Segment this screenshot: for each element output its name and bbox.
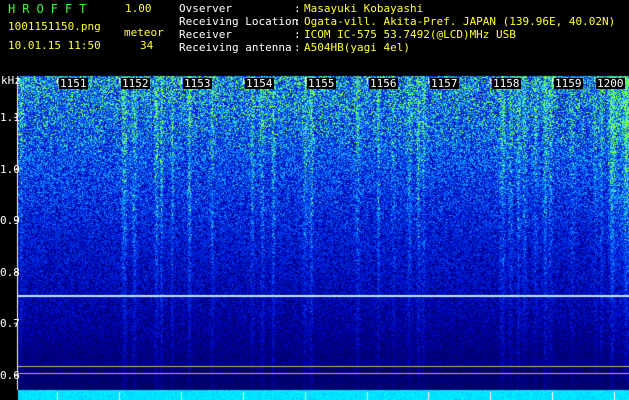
app-version: 1.00: [125, 2, 152, 15]
app-title: HROFFT: [8, 2, 94, 16]
spectrogram-canvas: [0, 72, 629, 400]
info-colon: :: [294, 28, 301, 41]
x-tick-label: 1151: [59, 77, 88, 90]
y-tick-label: 1.1: [0, 111, 20, 124]
info-label-observer: Ovserver: [179, 2, 232, 15]
info-value-receiver: ICOM IC-575 53.7492(@LCD)MHz USB: [304, 28, 516, 41]
x-tick-label: 1155: [307, 77, 336, 90]
meteor-count: 34: [140, 39, 154, 52]
header-panel: HROFFT 1.00 1001151150.png meteor 10.01.…: [0, 0, 629, 72]
meteor-label: meteor: [124, 26, 164, 39]
x-tick-label: 1156: [369, 77, 398, 90]
x-tick-label: 1158: [492, 77, 521, 90]
y-tick-label: 0.9: [0, 214, 20, 227]
y-tick-label: 1.0: [0, 163, 20, 176]
info-colon: :: [294, 15, 301, 28]
info-label-location: Receiving Location: [179, 15, 299, 28]
y-tick-label: 0.7: [0, 317, 20, 330]
info-label-receiver: Receiver: [179, 28, 232, 41]
file-name: 1001151150.png: [8, 20, 101, 33]
info-value-location: Ogata-vill. Akita-Pref. JAPAN (139.96E, …: [304, 15, 616, 28]
x-tick-label: 1153: [183, 77, 212, 90]
info-label-antenna: Receiving antenna: [179, 41, 292, 54]
datetime: 10.01.15 11:50: [8, 39, 101, 52]
info-colon: :: [294, 2, 301, 15]
info-value-observer: Masayuki Kobayashi: [304, 2, 424, 15]
y-tick-label: 0.6: [0, 369, 20, 382]
x-tick-label: 1159: [554, 77, 583, 90]
y-axis-unit: kHz: [1, 74, 21, 87]
x-tick-label: 1152: [121, 77, 150, 90]
x-tick-label: 1154: [245, 77, 274, 90]
info-value-antenna: A504HB(yagi 4el): [304, 41, 410, 54]
y-tick-label: 0.8: [0, 266, 20, 279]
x-tick-label: 1200: [596, 77, 625, 90]
x-tick-label: 1157: [430, 77, 459, 90]
info-colon: :: [294, 41, 301, 54]
